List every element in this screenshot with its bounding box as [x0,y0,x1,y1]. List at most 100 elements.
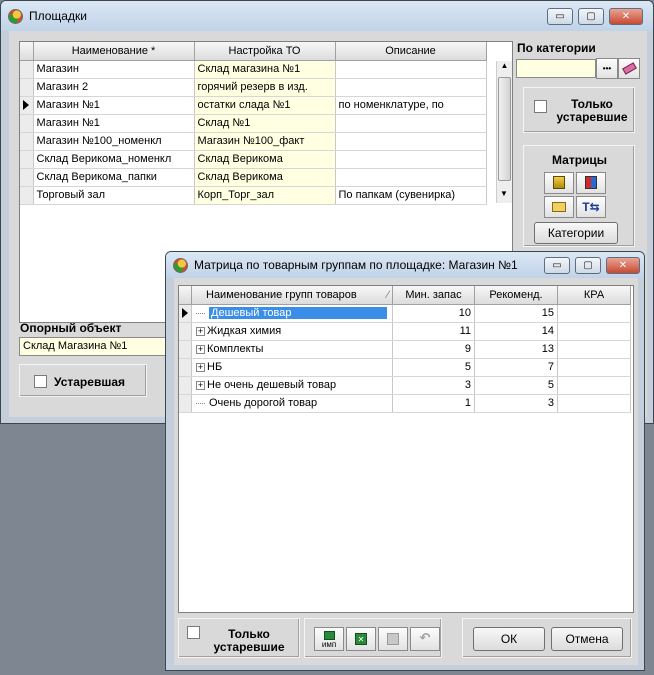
matrix-groups-button[interactable] [576,172,606,194]
site-description-cell[interactable] [335,78,487,97]
column-header-name[interactable]: Наименование * [33,42,195,61]
recommended-cell[interactable]: 13 [474,340,558,359]
site-name-cell[interactable]: Магазин №100_номенкл [33,132,195,151]
matrix-close-button[interactable]: ✕ [606,257,640,274]
site-name-cell[interactable]: Магазин 2 [33,78,195,97]
site-name-cell[interactable]: Склад Верикома_номенкл [33,150,195,169]
group-row-indicator[interactable] [179,358,192,377]
min-stock-cell[interactable]: 1 [392,394,475,413]
site-description-cell[interactable] [335,114,487,133]
group-row[interactable]: + Не очень дешевый товар 3 5 [179,376,631,395]
expand-icon[interactable]: + [196,380,205,390]
expand-icon[interactable]: + [196,362,205,372]
site-setting-cell[interactable]: Склад Верикома [194,168,336,187]
scroll-thumb[interactable] [498,77,511,181]
column-header-description[interactable]: Описание [335,42,487,61]
min-stock-cell[interactable]: 10 [392,304,475,323]
site-name-cell[interactable]: Магазин [33,60,195,79]
group-row-indicator[interactable] [179,394,192,413]
min-stock-cell[interactable]: 9 [392,340,475,359]
recommended-cell[interactable]: 15 [474,304,558,323]
row-indicator[interactable] [20,96,34,115]
site-row[interactable]: Склад Верикома_папки Склад Верикома [20,168,487,187]
kra-cell[interactable] [557,304,631,323]
site-row[interactable]: Магазин №1 Склад №1 [20,114,487,133]
maximize-button[interactable]: ▢ [578,8,604,25]
site-setting-cell[interactable]: остатки слада №1 [194,96,336,115]
min-stock-cell[interactable]: 5 [392,358,475,377]
column-header-min-stock[interactable]: Мин. запас [392,286,475,305]
row-indicator[interactable] [20,114,34,133]
kra-cell[interactable] [557,340,631,359]
site-row[interactable]: Торговый зал Корп_Торг_зал По папкам (суве… [20,186,487,205]
matrix-only-obsolete-checkbox[interactable] [187,626,200,639]
reference-object-field[interactable]: Склад Магазина №1 [19,337,169,356]
group-row-indicator[interactable] [179,304,192,323]
group-name-cell[interactable]: Очень дорогой товар [191,394,393,413]
cancel-button[interactable]: Отмена [551,627,623,651]
column-header-kra[interactable]: КРА [557,286,631,305]
import-button[interactable]: имп [314,627,344,651]
group-row[interactable]: + Комплекты 9 13 [179,340,631,359]
expand-icon[interactable]: + [196,344,205,354]
group-row-indicator[interactable] [179,322,192,341]
matrix-minimize-button[interactable]: ▭ [544,257,570,274]
group-name-cell[interactable]: + НБ [191,358,393,377]
matrix-folder-button[interactable] [544,196,574,218]
group-name-cell[interactable]: + Не очень дешевый товар [191,376,393,395]
site-description-cell[interactable] [335,168,487,187]
site-description-cell[interactable] [335,60,487,79]
matrix-title-bar[interactable]: Матрица по товарным группам по площадке:… [166,252,644,278]
kra-cell[interactable] [557,322,631,341]
row-indicator[interactable] [20,168,34,187]
matrix-maximize-button[interactable]: ▢ [575,257,601,274]
site-setting-cell[interactable]: Корп_Торг_зал [194,186,336,205]
sites-scrollbar[interactable]: ▲ ▼ [496,61,512,203]
site-description-cell[interactable]: По папкам (сувенирка) [335,186,487,205]
obsolete-checkbox[interactable] [34,375,47,388]
site-setting-cell[interactable]: Склад магазина №1 [194,60,336,79]
site-description-cell[interactable] [335,150,487,169]
site-description-cell[interactable]: по номенклатуре, по [335,96,487,115]
row-indicator[interactable] [20,186,34,205]
row-indicator[interactable] [20,60,34,79]
group-row-indicator[interactable] [179,340,192,359]
site-description-cell[interactable] [335,132,487,151]
site-name-cell[interactable]: Склад Верикома_папки [33,168,195,187]
column-header-recommended[interactable]: Рекоменд. [474,286,558,305]
min-stock-cell[interactable]: 3 [392,376,475,395]
group-name-cell[interactable]: + Жидкая химия [191,322,393,341]
expand-icon[interactable]: + [196,326,205,336]
site-setting-cell[interactable]: Склад №1 [194,114,336,133]
kra-cell[interactable] [557,358,631,377]
close-button[interactable]: ✕ [609,8,643,25]
row-indicator[interactable] [20,150,34,169]
site-row[interactable]: Магазин №100_номенкл Магазин №100_факт [20,132,487,151]
undo-button[interactable]: ↶ [410,627,440,651]
category-input[interactable] [516,59,596,78]
matrix-transfer-button[interactable]: T⇆ [576,196,606,218]
group-row[interactable]: + Жидкая химия 11 14 [179,322,631,341]
scroll-up-arrow[interactable]: ▲ [497,61,512,75]
recommended-cell[interactable]: 5 [474,376,558,395]
min-stock-cell[interactable]: 11 [392,322,475,341]
site-name-cell[interactable]: Магазин №1 [33,96,195,115]
kra-cell[interactable] [557,376,631,395]
recommended-cell[interactable]: 3 [474,394,558,413]
group-name-cell[interactable]: Дешевый товар [191,304,393,323]
site-name-cell[interactable]: Торговый зал [33,186,195,205]
group-name-cell[interactable]: + Комплекты [191,340,393,359]
site-row[interactable]: Магазин 2 горячий резерв в изд. [20,78,487,97]
group-row-indicator[interactable] [179,376,192,395]
site-setting-cell[interactable]: горячий резерв в изд. [194,78,336,97]
matrix-grid[interactable]: Наименование групп товаров ⁄ Мин. запас … [178,285,634,613]
categories-button[interactable]: Категории [534,222,618,244]
recommended-cell[interactable]: 7 [474,358,558,377]
save-button[interactable] [378,627,408,651]
export-excel-button[interactable]: ✕ [346,627,376,651]
main-title-bar[interactable]: Площадки ▭ ▢ ✕ [1,1,653,31]
site-row[interactable]: Склад Верикома_номенкл Склад Верикома [20,150,487,169]
recommended-cell[interactable]: 14 [474,322,558,341]
only-obsolete-checkbox[interactable] [534,100,547,113]
clear-category-button[interactable] [618,58,640,79]
